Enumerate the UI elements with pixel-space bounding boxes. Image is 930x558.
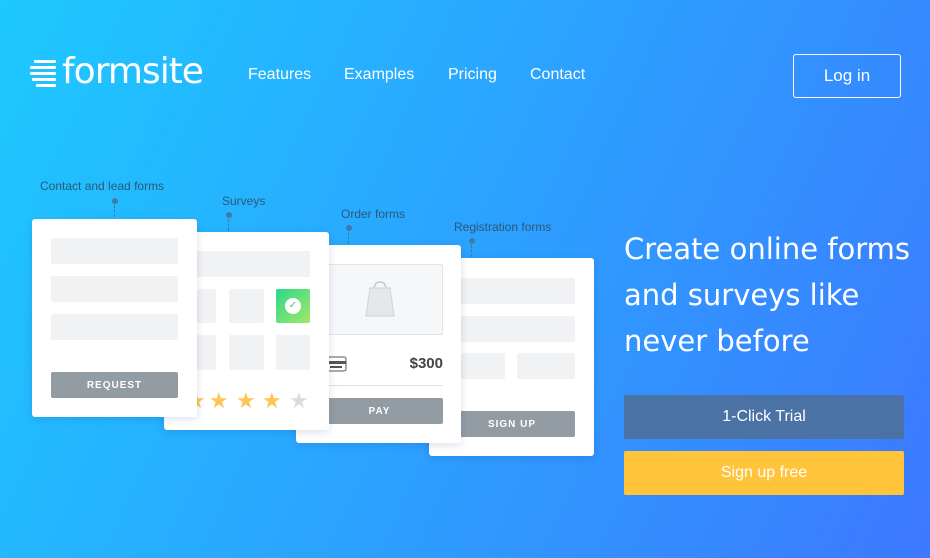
product-image <box>316 264 443 335</box>
label-registration-forms: Registration forms <box>454 220 552 234</box>
sign-up-free-button[interactable]: Sign up free <box>624 451 904 495</box>
logo-lines-icon <box>30 58 56 87</box>
hero-headline: Create online forms and surveys like nev… <box>624 232 910 358</box>
nav-features[interactable]: Features <box>248 66 311 84</box>
order-price: $300 <box>409 355 443 372</box>
pin-dot <box>112 198 118 204</box>
one-click-trial-button[interactable]: 1-Click Trial <box>624 395 904 439</box>
pin-line <box>471 245 472 257</box>
logo-text: formsite <box>62 51 204 92</box>
selected-option: ✓ <box>276 289 310 323</box>
star-empty-icon: ★ <box>289 388 309 413</box>
check-icon: ✓ <box>285 298 301 314</box>
pin-line <box>348 232 349 244</box>
nav-pricing[interactable]: Pricing <box>448 66 497 84</box>
contact-form-card: REQUEST <box>32 219 197 417</box>
pin-dot <box>469 238 475 244</box>
pin-dot <box>346 225 352 231</box>
star-icon: ★ <box>236 388 256 413</box>
star-icon: ★ <box>262 388 282 413</box>
request-mock-button: REQUEST <box>51 372 178 398</box>
label-contact-forms: Contact and lead forms <box>40 179 165 193</box>
shopping-bag-icon <box>365 281 395 317</box>
nav-examples[interactable]: Examples <box>344 66 414 84</box>
label-surveys: Surveys <box>222 194 266 208</box>
credit-card-icon <box>327 356 347 372</box>
nav-contact[interactable]: Contact <box>530 66 585 84</box>
label-order-forms: Order forms <box>341 207 406 221</box>
pin-line <box>114 205 115 217</box>
formsite-logo[interactable]: formsite <box>30 51 204 92</box>
star-icon: ★ <box>209 388 229 413</box>
sign-up-mock-button: SIGN UP <box>449 411 575 437</box>
pin-dot <box>226 212 232 218</box>
login-button[interactable]: Log in <box>793 54 901 98</box>
pay-mock-button: PAY <box>316 398 443 424</box>
pin-line <box>228 219 229 231</box>
